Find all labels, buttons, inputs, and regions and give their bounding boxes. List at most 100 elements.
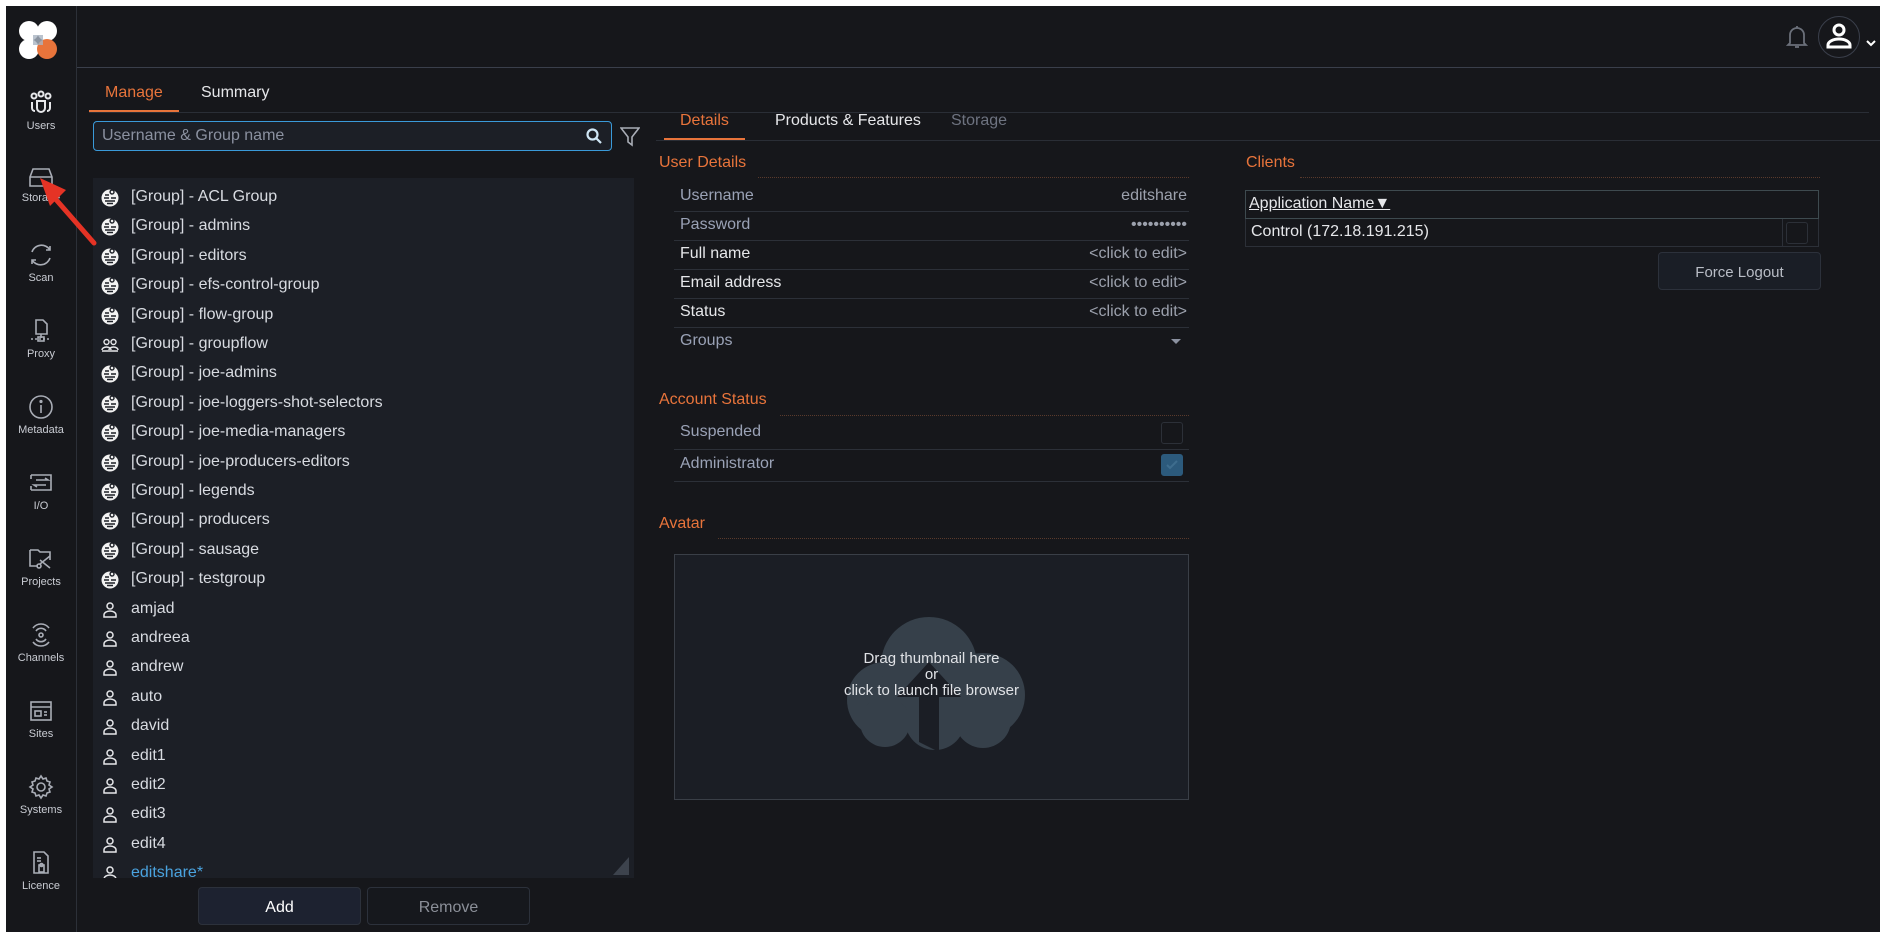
projects-icon bbox=[29, 549, 51, 569]
administrator-checkbox[interactable] bbox=[1161, 454, 1183, 476]
sidebar-item-storage[interactable]: Storage bbox=[6, 166, 76, 236]
status-value[interactable]: <click to edit> bbox=[1089, 303, 1187, 321]
full-name-value[interactable]: <click to edit> bbox=[1089, 245, 1187, 263]
clients-table-header[interactable]: Application Name▼ bbox=[1245, 190, 1819, 219]
sidebar-label-metadata: Metadata bbox=[18, 424, 64, 436]
search-input[interactable] bbox=[100, 126, 574, 146]
profile-button[interactable] bbox=[1818, 16, 1860, 58]
list-item-user[interactable]: editshare* bbox=[93, 858, 634, 878]
detail-tabs: Details Products & Features Storage bbox=[656, 106, 1880, 141]
application-name-column-header[interactable]: Application Name▼ bbox=[1249, 195, 1390, 213]
email-row[interactable]: Email address <click to edit> bbox=[674, 269, 1189, 299]
list-item-user[interactable]: andrew bbox=[93, 652, 634, 681]
list-item-group[interactable]: [Group] - editors bbox=[93, 241, 634, 270]
list-item-label: amjad bbox=[131, 599, 175, 617]
remove-button[interactable]: Remove bbox=[367, 887, 530, 925]
list-item-label: editshare* bbox=[131, 864, 204, 878]
list-item-user[interactable]: edit4 bbox=[93, 829, 634, 858]
list-item-user[interactable]: auto bbox=[93, 682, 634, 711]
sidebar-item-channels[interactable]: Channels bbox=[6, 622, 76, 692]
full-name-row[interactable]: Full name <click to edit> bbox=[674, 240, 1189, 270]
sidebar-item-systems[interactable]: Systems bbox=[6, 774, 76, 844]
filter-icon[interactable] bbox=[619, 126, 641, 153]
sidebar-item-io[interactable]: I/O bbox=[6, 470, 76, 540]
list-item-label: [Group] - joe-loggers-shot-selectors bbox=[131, 393, 383, 411]
list-item-user[interactable]: david bbox=[93, 711, 634, 740]
list-item-group[interactable]: [Group] - producers bbox=[93, 505, 634, 534]
avatar-drop-text: Drag thumbnail here or click to launch f… bbox=[675, 651, 1188, 699]
list-item-group[interactable]: [Group] - testgroup bbox=[93, 564, 634, 593]
list-item-group[interactable]: [Group] - flow-group bbox=[93, 300, 634, 329]
search-field[interactable] bbox=[93, 121, 612, 151]
user-icon bbox=[101, 835, 119, 853]
list-item-label: [Group] - joe-admins bbox=[131, 364, 277, 382]
group-icon bbox=[101, 570, 119, 589]
app-logo[interactable] bbox=[18, 20, 58, 60]
sidebar-item-users[interactable]: Users bbox=[6, 90, 76, 160]
list-item-group[interactable]: [Group] - joe-media-managers bbox=[93, 417, 634, 446]
username-label: Username bbox=[680, 187, 754, 204]
avatar-dropzone[interactable]: Drag thumbnail here or click to launch f… bbox=[674, 554, 1189, 800]
list-item-user[interactable]: edit2 bbox=[93, 770, 634, 799]
users-icon bbox=[30, 90, 52, 113]
tab-manage[interactable]: Manage bbox=[89, 84, 179, 112]
resize-handle[interactable] bbox=[613, 857, 629, 875]
sidebar-item-proxy[interactable]: Proxy bbox=[6, 318, 76, 388]
add-button[interactable]: Add bbox=[198, 887, 361, 925]
clients-title: Clients bbox=[1246, 154, 1295, 171]
list-item-group[interactable]: [Group] - admins bbox=[93, 211, 634, 240]
search-icon[interactable] bbox=[585, 127, 603, 150]
password-value[interactable]: •••••••••• bbox=[1131, 216, 1187, 234]
top-bar bbox=[77, 6, 1880, 68]
list-item-group[interactable]: [Group] - legends bbox=[93, 476, 634, 505]
avatar-drop-line3: click to launch file browser bbox=[843, 682, 1020, 699]
list-item-label: edit3 bbox=[131, 805, 166, 823]
sidebar-item-metadata[interactable]: Metadata bbox=[6, 394, 76, 464]
list-item-label: andreea bbox=[131, 629, 190, 646]
list-item-group[interactable]: [Group] - ACL Group bbox=[93, 182, 634, 211]
client-checkbox[interactable] bbox=[1786, 222, 1808, 244]
tab-storage[interactable]: Storage bbox=[935, 112, 1023, 138]
sidebar-item-licence[interactable]: Licence bbox=[6, 850, 76, 920]
sidebar-item-scan[interactable]: Scan bbox=[6, 242, 76, 312]
force-logout-button[interactable]: Force Logout bbox=[1658, 252, 1821, 290]
user-group-list[interactable]: [Group] - ACL Group [Group] - admins [Grou… bbox=[93, 178, 634, 878]
tab-products-features[interactable]: Products & Features bbox=[759, 112, 937, 138]
list-item-user[interactable]: amjad bbox=[93, 594, 634, 623]
list-item-label: david bbox=[131, 717, 170, 735]
tab-details[interactable]: Details bbox=[664, 112, 745, 140]
storage-icon bbox=[29, 168, 53, 187]
section-divider bbox=[758, 177, 1189, 178]
account-status-title: Account Status bbox=[659, 391, 767, 408]
list-item-group[interactable]: [Group] - joe-admins bbox=[93, 358, 634, 387]
full-name-label: Full name bbox=[680, 245, 751, 262]
scan-icon bbox=[31, 244, 51, 266]
list-item-user[interactable]: andreea bbox=[93, 623, 634, 652]
list-item-group[interactable]: [Group] - efs-control-group bbox=[93, 270, 634, 299]
list-item-group[interactable]: [Group] - sausage bbox=[93, 535, 634, 564]
sidebar-item-projects[interactable]: Projects bbox=[6, 546, 76, 616]
dropdown-caret-icon[interactable] bbox=[1171, 339, 1181, 344]
status-row[interactable]: Status <click to edit> bbox=[674, 298, 1189, 328]
list-item-user[interactable]: edit1 bbox=[93, 741, 634, 770]
table-row[interactable]: Control (172.18.191.215) bbox=[1245, 219, 1819, 247]
email-value[interactable]: <click to edit> bbox=[1089, 274, 1187, 292]
checkmark-icon bbox=[1166, 460, 1178, 470]
user-avatar-icon bbox=[1826, 23, 1852, 49]
group-icon bbox=[101, 423, 119, 442]
list-item-label: andrew bbox=[131, 658, 184, 676]
group-icon bbox=[101, 482, 119, 501]
list-item-group[interactable]: [Group] - groupflow bbox=[93, 329, 634, 358]
list-item-user[interactable]: edit3 bbox=[93, 799, 634, 828]
list-item-label: edit4 bbox=[131, 834, 166, 852]
password-row[interactable]: Password •••••••••• bbox=[674, 211, 1189, 241]
group-icon bbox=[101, 306, 119, 325]
list-item-group[interactable]: [Group] - joe-loggers-shot-selectors bbox=[93, 388, 634, 417]
chevron-down-icon[interactable] bbox=[1866, 34, 1876, 52]
suspended-checkbox[interactable] bbox=[1161, 422, 1183, 444]
tab-summary[interactable]: Summary bbox=[185, 84, 285, 110]
groups-row[interactable]: Groups bbox=[674, 327, 1189, 356]
sidebar-item-sites[interactable]: Sites bbox=[6, 698, 76, 768]
list-item-group[interactable]: [Group] - joe-producers-editors bbox=[93, 447, 634, 476]
notifications-button[interactable] bbox=[1785, 24, 1809, 55]
